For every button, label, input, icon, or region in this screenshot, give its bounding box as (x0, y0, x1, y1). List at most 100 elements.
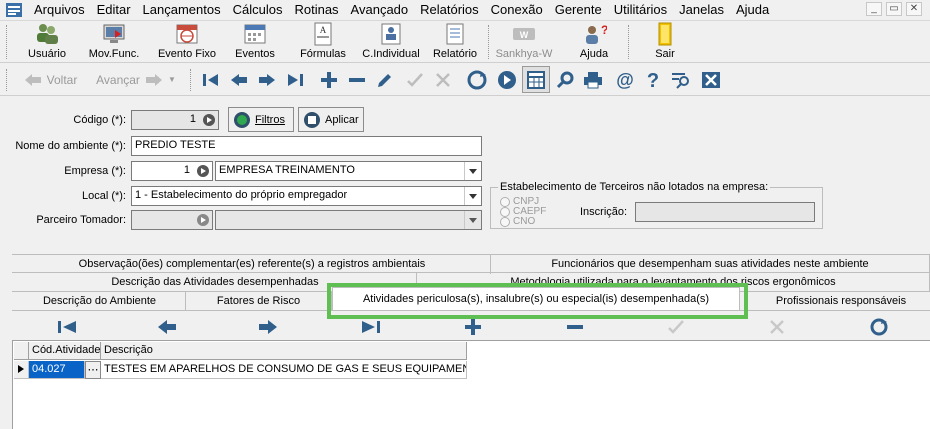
lookup-button[interactable] (494, 66, 520, 93)
users-icon (37, 24, 58, 44)
menu-lancamentos[interactable]: Lançamentos (137, 2, 227, 17)
chevron-down-icon (469, 168, 477, 174)
codigo-lookup-icon[interactable] (202, 113, 216, 130)
c-individual-button[interactable]: C.Individual (360, 21, 422, 63)
local-select[interactable]: 1 - Estabelecimento do próprio empregado… (131, 186, 482, 206)
edit-button[interactable] (372, 66, 398, 93)
eventos-button[interactable]: Eventos (230, 21, 280, 63)
next-icon (259, 73, 275, 86)
menu-utilitarios[interactable]: Utilitários (608, 2, 673, 17)
ellipsis-lookup-button[interactable]: ⋯ (85, 361, 101, 379)
app-icon (6, 2, 22, 17)
svg-text:A: A (320, 25, 327, 35)
parceiro-dropdown-arrow[interactable] (464, 211, 481, 229)
post-button[interactable] (402, 66, 428, 93)
first-record-button[interactable] (198, 66, 224, 93)
print-button[interactable] (580, 66, 606, 93)
check-icon (407, 72, 423, 87)
avancar-button[interactable]: Avançar ▼ (90, 66, 182, 93)
menu-relatorios[interactable]: Relatórios (414, 2, 485, 17)
refresh-icon (467, 70, 487, 89)
svg-text:?: ? (647, 70, 659, 90)
aplicar-button[interactable]: Aplicar (298, 107, 364, 132)
filtros-button[interactable]: Filtros (228, 107, 294, 132)
table-cell-descricao[interactable]: TESTES EM APARELHOS DE CONSUMO DE GAS E … (101, 361, 467, 379)
menu-rotinas[interactable]: Rotinas (288, 2, 344, 17)
radio-cno[interactable]: CNO (500, 216, 535, 227)
menu-avancado[interactable]: Avançado (345, 2, 415, 17)
evento-fixo-button[interactable]: Evento Fixo (154, 21, 220, 63)
detail-last-button[interactable] (358, 316, 384, 338)
empresa-lookup-icon[interactable] (196, 164, 210, 181)
parceiro-lookup-icon[interactable] (196, 213, 210, 230)
detail-prior-button[interactable] (154, 316, 180, 338)
ajuda-button[interactable]: ? Ajuda (572, 21, 616, 63)
empresa-dropdown-arrow[interactable] (464, 162, 481, 180)
detail-next-button[interactable] (255, 316, 281, 338)
row-indicator-header (14, 342, 29, 360)
tab-descricao-ambiente[interactable]: Descrição do Ambiente (14, 292, 186, 311)
exit-icon (658, 22, 672, 46)
usuario-button[interactable]: Usuário (20, 21, 74, 63)
dropdown-caret-icon: ▼ (167, 75, 176, 84)
minus-icon (349, 77, 365, 82)
delete-button[interactable] (344, 66, 370, 93)
detail-post-button[interactable] (663, 316, 689, 338)
pencil-icon (378, 73, 391, 87)
menu-janelas[interactable]: Janelas (673, 2, 730, 17)
grid-view-button[interactable] (522, 66, 550, 93)
menu-editar[interactable]: Editar (91, 2, 137, 17)
svg-text:W: W (520, 30, 529, 40)
tab-profissionais[interactable]: Profissionais responsáveis (752, 292, 930, 311)
menu-calculos[interactable]: Cálculos (227, 2, 289, 17)
x-icon (436, 72, 450, 87)
last-record-button[interactable] (282, 66, 308, 93)
sankhya-w-button[interactable]: W Sankhya-W (494, 21, 554, 63)
detail-cancel-button[interactable] (764, 316, 790, 338)
voltar-button[interactable]: Voltar (18, 66, 82, 93)
help-button[interactable]: ? (640, 66, 666, 93)
table-cell-cod-atividade[interactable]: 04.027 (29, 361, 85, 379)
next-record-button[interactable] (254, 66, 280, 93)
detail-first-button[interactable] (54, 316, 80, 338)
sair-button[interactable]: Sair (644, 21, 686, 63)
tab-fatores-risco[interactable]: Fatores de Risco (186, 292, 332, 311)
text-search-button[interactable] (668, 66, 694, 93)
formulas-button[interactable]: A Fórmulas (296, 21, 350, 63)
parceiro-name-field[interactable] (215, 210, 482, 230)
menu-conexao[interactable]: Conexão (485, 2, 549, 17)
table-icon (527, 70, 545, 89)
menu-gerente[interactable]: Gerente (549, 2, 608, 17)
inscricao-field[interactable] (635, 202, 815, 222)
refresh-button[interactable] (464, 66, 490, 93)
local-dropdown-arrow[interactable] (464, 187, 481, 205)
codigo-label: Código (*): (73, 114, 126, 126)
email-button[interactable]: @ (612, 66, 638, 93)
insert-button[interactable] (316, 66, 342, 93)
menu-ajuda[interactable]: Ajuda (730, 2, 775, 17)
close-button[interactable]: ✕ (906, 2, 922, 16)
forward-arrow-icon (145, 73, 162, 86)
empresa-name-field[interactable]: EMPRESA TREINAMENTO (215, 161, 482, 181)
minimize-button[interactable]: _ (866, 2, 882, 16)
detail-delete-button[interactable] (562, 316, 588, 338)
tab-funcionarios[interactable]: Funcionários que desempenham suas ativid… (491, 255, 930, 274)
restore-button[interactable]: ▭ (886, 2, 902, 16)
nome-ambiente-field[interactable]: PREDIO TESTE (131, 136, 482, 156)
col-header-cod-atividade[interactable]: Cód.Atividade (29, 342, 101, 360)
cancel-button[interactable] (430, 66, 456, 93)
tab-observacoes[interactable]: Observação(ões) complementar(es) referen… (14, 255, 491, 274)
detail-insert-button[interactable] (460, 316, 486, 338)
relatorio-button[interactable]: Relatório (430, 21, 480, 63)
text-search-icon (672, 72, 689, 89)
mov-func-button[interactable]: Mov.Func. (84, 21, 144, 63)
plus-icon (321, 71, 337, 88)
detail-refresh-button[interactable] (866, 316, 892, 338)
chevron-down-icon (469, 217, 477, 223)
col-header-descricao[interactable]: Descrição (101, 342, 467, 360)
prior-record-button[interactable] (226, 66, 252, 93)
export-excel-button[interactable] (698, 66, 724, 93)
menu-arquivos[interactable]: Arquivos (28, 2, 91, 17)
excel-icon (702, 71, 720, 88)
search-button[interactable] (552, 66, 578, 93)
